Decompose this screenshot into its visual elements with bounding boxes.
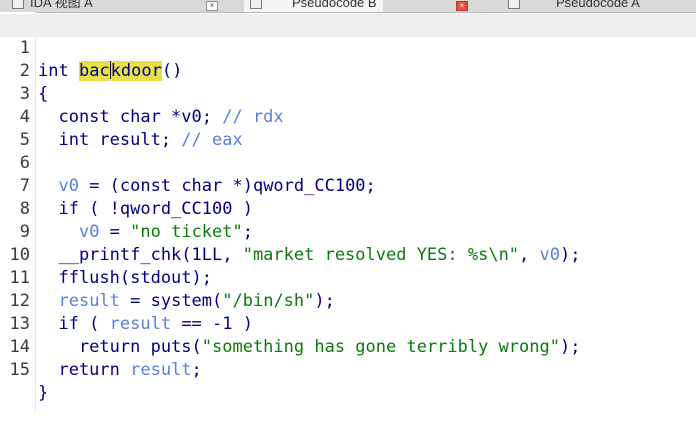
tab-ida-view-a-close[interactable]: × <box>196 0 218 12</box>
tab-pseudocode-b[interactable]: Pseudocode B <box>244 0 383 12</box>
tab-bar: IDA 视图 A × Pseudocode B × Pseudocode A <box>0 0 696 13</box>
code-line[interactable]: 4 int result; // eax <box>0 83 696 150</box>
token: ; <box>191 360 202 380</box>
line-number: 15 <box>9 360 30 380</box>
code-line[interactable]: 10 fflush(stdout); <box>0 221 696 288</box>
code-line[interactable]: 12 if ( result == -1 ) <box>0 267 696 334</box>
code-line[interactable]: 14 return result; <box>0 313 696 380</box>
tab-pseudocode-a[interactable]: Pseudocode A <box>508 0 640 12</box>
pseudocode-icon <box>250 0 262 10</box>
code-line[interactable]: 5 <box>0 106 696 150</box>
code-line[interactable]: 6 v0 = (const char *)qword_CC100; <box>0 129 696 196</box>
code-text: } <box>38 382 48 405</box>
tab-label: Pseudocode A <box>556 0 640 10</box>
tab-label: IDA 视图 A <box>30 0 93 10</box>
close-icon[interactable]: × <box>206 0 218 11</box>
code-line[interactable]: 7 if ( !qword_CC100 ) <box>0 152 696 219</box>
code-text: return result; <box>38 359 202 382</box>
code-line[interactable]: 15 } <box>0 336 696 403</box>
code-line[interactable]: 3 const char *v0; // rdx <box>0 60 696 127</box>
code-line[interactable]: 11 result = system("/bin/sh"); <box>0 244 696 311</box>
code-line[interactable]: 1 int backdoor() <box>0 14 696 81</box>
variable[interactable]: result <box>130 360 191 380</box>
tab-ida-view-a[interactable]: IDA 视图 A <box>12 0 93 12</box>
tab-label: Pseudocode B <box>292 0 377 10</box>
pseudocode-icon <box>508 0 520 10</box>
tab-pseudocode-b-close[interactable]: × <box>446 0 468 12</box>
code-line[interactable]: 13 return puts("something has gone terri… <box>0 290 696 357</box>
close-icon[interactable]: × <box>456 0 468 11</box>
token: return <box>38 360 131 380</box>
code-line[interactable]: 2 { <box>0 37 696 104</box>
pseudocode-view[interactable]: 1 int backdoor() 2 { 3 const char *v0; /… <box>0 14 696 403</box>
code-line[interactable]: 8 v0 = "no ticket"; <box>0 175 696 242</box>
token: } <box>38 383 49 403</box>
code-line[interactable]: 9 __printf_chk(1LL, "market resolved YES… <box>0 198 696 265</box>
ida-view-icon <box>12 0 24 10</box>
